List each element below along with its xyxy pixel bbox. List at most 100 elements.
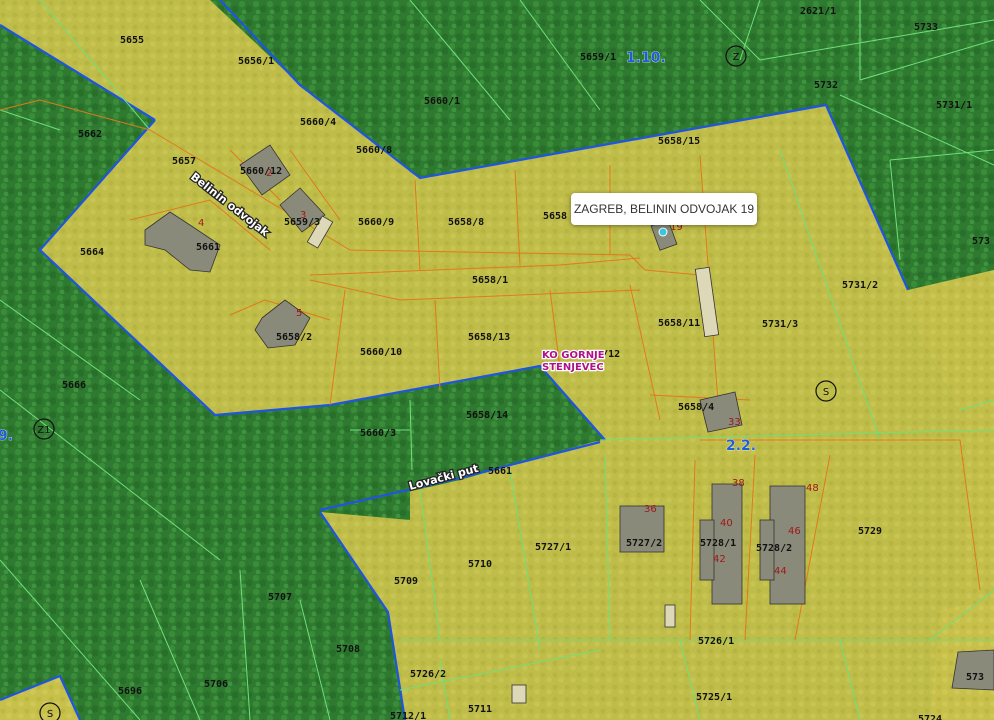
house-number-42: 42: [713, 554, 726, 565]
svg-text:5662: 5662: [78, 129, 102, 140]
parcel-5658: 5658: [543, 211, 567, 222]
svg-text:5660/9: 5660/9: [358, 217, 394, 228]
svg-text:5708: 5708: [336, 644, 360, 655]
house-number-33: 33: [728, 417, 741, 428]
parcel-5709: 5709: [394, 576, 418, 587]
parcel-5658-1: 5658/1: [472, 275, 508, 286]
svg-text:2.2.: 2.2.: [726, 438, 756, 454]
svg-text:5733: 5733: [914, 22, 938, 33]
address-tooltip-text: ZAGREB, BELININ ODVOJAK 19: [573, 202, 755, 216]
svg-text:Z1: Z1: [37, 425, 50, 436]
parcel-5660-4: 5660/4: [300, 117, 336, 128]
svg-text:5656/1: 5656/1: [238, 56, 274, 67]
parcel-5729: 5729: [858, 526, 882, 537]
parcel-5658-14: 5658/14: [466, 410, 508, 421]
svg-text:5660/10: 5660/10: [360, 347, 402, 358]
house-number-36: 36: [644, 504, 657, 515]
svg-text:5666: 5666: [62, 380, 86, 391]
svg-text:STENJEVEC: STENJEVEC: [542, 362, 604, 373]
parcel-5731-2: 5731/2: [842, 280, 878, 291]
house-number-2: 2: [266, 168, 272, 179]
svg-text:S: S: [47, 709, 53, 720]
svg-text:46: 46: [788, 526, 801, 537]
parcel-5724: 5724: [918, 714, 942, 720]
parcel-5725-1: 5725/1: [696, 692, 732, 703]
svg-text:4: 4: [198, 218, 204, 229]
svg-text:5658/2: 5658/2: [276, 332, 312, 343]
parcel-5708: 5708: [336, 644, 360, 655]
parcel-5696: 5696: [118, 686, 142, 697]
zone-code-9: 9.: [0, 428, 13, 444]
parcel-5731-1: 5731/1: [936, 100, 972, 111]
parcel-5658-4: 5658/4: [678, 402, 714, 413]
parcel-5660-3: 5660/3: [360, 428, 396, 439]
parcel-5655: 5655: [120, 35, 144, 46]
svg-text:5660/12: 5660/12: [240, 166, 282, 177]
svg-text:5732: 5732: [814, 80, 838, 91]
parcel-5660-10: 5660/10: [360, 347, 402, 358]
svg-text:5729: 5729: [858, 526, 882, 537]
svg-text:5661: 5661: [488, 466, 512, 477]
svg-text:5660/8: 5660/8: [356, 145, 392, 156]
svg-text:5709: 5709: [394, 576, 418, 587]
svg-text:5726/2: 5726/2: [410, 669, 446, 680]
parcel-5728-2: 5728/2: [756, 543, 792, 554]
parcel-5660-1: 5660/1: [424, 96, 460, 107]
house-number-44: 44: [774, 566, 787, 577]
cadastral-map[interactable]: 2621/1 5733 5655 5656/1 5659/1 5732 5731…: [0, 0, 994, 720]
svg-text:5707: 5707: [268, 592, 292, 603]
svg-text:5710: 5710: [468, 559, 492, 570]
parcel-5658-11: 5658/11: [658, 318, 700, 329]
svg-text:5658/13: 5658/13: [468, 332, 510, 343]
zone-marker-s: S: [823, 387, 829, 398]
parcel-573-right: 573: [972, 236, 990, 247]
parcel-5660-12: 5660/12: [240, 166, 282, 177]
house-number-48: 48: [806, 483, 819, 494]
svg-text:5658/11: 5658/11: [658, 318, 700, 329]
svg-text:5659/1: 5659/1: [580, 52, 616, 63]
svg-text:5660/3: 5660/3: [360, 428, 396, 439]
svg-text:5657: 5657: [172, 156, 196, 167]
svg-text:5725/1: 5725/1: [696, 692, 732, 703]
svg-text:9.: 9.: [0, 428, 13, 444]
location-marker-icon[interactable]: [658, 227, 668, 237]
parcel-5710: 5710: [468, 559, 492, 570]
parcel-5662: 5662: [78, 129, 102, 140]
svg-text:38: 38: [732, 478, 745, 489]
svg-text:42: 42: [713, 554, 726, 565]
svg-text:48: 48: [806, 483, 819, 494]
ko-line-1: KO GORNJE: [542, 350, 605, 361]
svg-text:5661: 5661: [196, 242, 220, 253]
svg-text:5658/8: 5658/8: [448, 217, 484, 228]
svg-text:2: 2: [266, 168, 272, 179]
svg-text:40: 40: [720, 518, 733, 529]
parcel-5731-3: 5731/3: [762, 319, 798, 330]
svg-text:5658/1: 5658/1: [472, 275, 508, 286]
svg-text:5658/4: 5658/4: [678, 402, 714, 413]
house-number-46: 46: [788, 526, 801, 537]
svg-text:5655: 5655: [120, 35, 144, 46]
zone-marker-z: Z: [733, 52, 740, 63]
svg-text:5731/1: 5731/1: [936, 100, 972, 111]
svg-text:5706: 5706: [204, 679, 228, 690]
svg-text:3: 3: [300, 210, 306, 221]
zone-code-2-2: 2.2.: [726, 438, 756, 454]
svg-text:5727/1: 5727/1: [535, 542, 571, 553]
svg-text:5712/1: 5712/1: [390, 711, 426, 720]
parcel-5661: 5661: [196, 242, 220, 253]
svg-text:5658: 5658: [543, 211, 567, 222]
house-number-3: 3: [300, 210, 306, 221]
parcel-5657: 5657: [172, 156, 196, 167]
parcel-5656-1: 5656/1: [238, 56, 274, 67]
svg-text:5731/3: 5731/3: [762, 319, 798, 330]
zone-code-1-10: 1.10.: [626, 50, 666, 66]
house-number-40: 40: [720, 518, 733, 529]
svg-text:5728/2: 5728/2: [756, 543, 792, 554]
parcel-5660-9: 5660/9: [358, 217, 394, 228]
zone-marker-z1: Z1: [37, 425, 50, 436]
parcel-5658-13: 5658/13: [468, 332, 510, 343]
svg-text:44: 44: [774, 566, 787, 577]
parcel-5658-8: 5658/8: [448, 217, 484, 228]
svg-text:5731/2: 5731/2: [842, 280, 878, 291]
svg-text:2621/1: 2621/1: [800, 6, 836, 17]
